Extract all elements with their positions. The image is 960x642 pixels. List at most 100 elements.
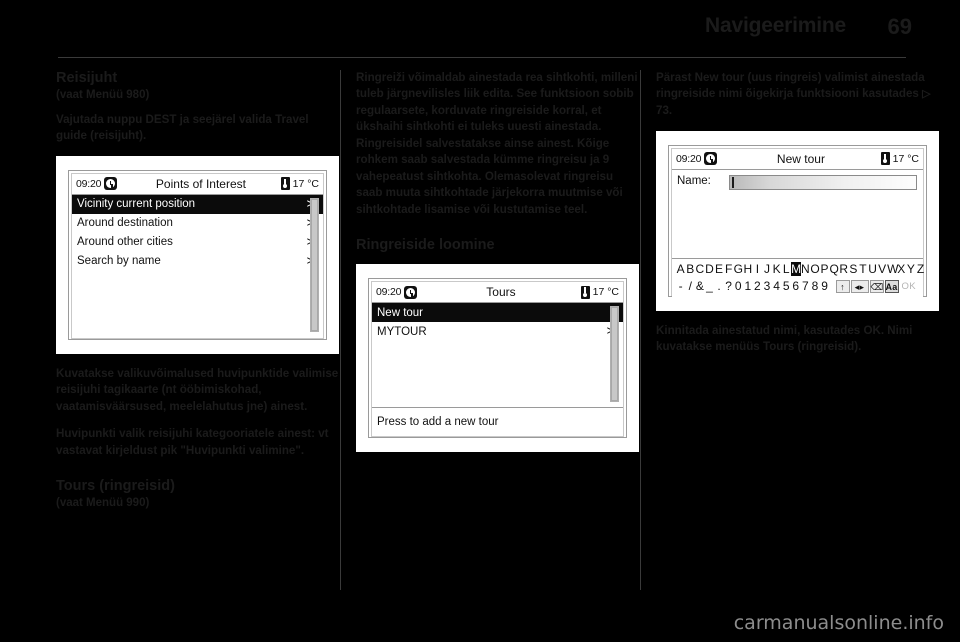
keyboard-key-L[interactable]: L [782,262,792,276]
keyboard-key-U[interactable]: U [868,262,878,276]
keyboard-key-P[interactable]: P [820,262,830,276]
status-temperature: 17 °C [592,286,619,299]
keyboard-key-G[interactable]: G [734,262,744,276]
list-item[interactable]: Around destination ≫ [72,214,323,233]
list-item[interactable]: MYTOUR ≫ [372,322,623,341]
keyboard-key--[interactable]: - [676,279,686,293]
keyboard-key-/[interactable]: / [686,279,696,293]
keyboard-key-M[interactable]: M [791,262,801,277]
status-time: 09:20 [376,286,402,299]
list-item-label: Search by name [77,255,161,268]
figure-new-tour: 09:20 New tour 17 °C Name: A B C D E F G… [656,130,939,311]
keyboard-key-?[interactable]: ? [724,279,734,293]
keyboard-key-B[interactable]: B [686,262,696,276]
paragraph-left-1: Vajutada nuppu DEST ja seejärel valida T… [56,112,309,143]
keyboard-key-J[interactable]: J [762,262,772,276]
paragraph-right-1: Pärast New tour (uus ringreis) valimist … [656,70,939,120]
keyboard-key-.[interactable]: . [714,279,724,293]
keyboard-key-I[interactable]: I [753,262,763,276]
display-title: Tours [486,285,516,300]
keyboard-key-6[interactable]: 6 [791,279,801,293]
keyboard-key-A[interactable]: A [676,262,686,276]
keyboard-key-&[interactable]: & [695,279,705,293]
display-points-of-interest: 09:20 Points of Interest 17 °C Vicinity … [68,169,327,340]
keyboard-key-5[interactable]: 5 [782,279,792,293]
keyboard-key-C[interactable]: C [695,262,705,276]
section-reference-travel-guide: (vaat Menüü 980) [56,89,150,102]
keyboard-key-N[interactable]: N [801,262,811,276]
paragraph-right-1-text: Pärast New tour (uus ringreis) valimist … [656,71,925,101]
section-heading-travel-guide: Reisijuht [56,70,118,86]
scrollbar[interactable] [610,306,619,403]
page-header: Navigeerimine 69 [56,14,912,48]
list-item[interactable]: Around other cities ≫ [72,233,323,252]
keyboard-row-letters: ABCDEFGHIJKLMNOPQRSTUVWXYZ [676,262,924,277]
list-item-label: Around destination [77,217,173,230]
status-time: 09:20 [676,152,702,165]
onscreen-keyboard: ABCDEFGHIJKLMNOPQRSTUVWXYZ - / & _.? 0 1 2 3 4 5 6… [672,257,924,298]
column-divider-1 [340,70,341,590]
column-left: Reisijuht (vaat Menüü 980) Vajutada nupp… [56,70,339,520]
keyboard-key-T[interactable]: T [858,262,868,276]
section-heading-tours: Tours (ringreisid) [56,478,175,495]
keyboard-key-E[interactable]: E [714,262,724,276]
paragraph-left-3: Huvipunkti valik reisijuhi kategooriatel… [56,427,329,457]
status-temperature: 17 °C [892,152,919,165]
shift-icon[interactable]: ↑ [835,279,850,293]
list-item[interactable]: Vicinity current position ≫ [72,194,323,214]
keyboard-key-8[interactable]: 8 [810,279,820,293]
figure-tours: 09:20 Tours 17 °C New tour MYTOUR Press … [356,264,639,453]
scrollbar[interactable] [310,197,319,332]
section-heading-create-tours: Ringreiside loomine [356,237,495,254]
keyboard-key-9[interactable]: 9 [820,279,830,293]
clock-icon [404,285,418,299]
header-divider [58,57,906,58]
column-right: Pärast New tour (uus ringreis) valimist … [656,70,939,366]
keyboard-key-0[interactable]: 0 [734,279,744,293]
list-item[interactable]: New tour [372,303,623,323]
thermometer-icon [880,152,890,166]
keyboard-key-O[interactable]: O [810,262,820,276]
keyboard-key-R[interactable]: R [839,262,849,276]
keyboard-key-2[interactable]: 2 [753,279,763,293]
list-item[interactable]: Search by name ≫ [72,252,323,271]
scrollbar-thumb[interactable] [311,198,318,331]
keyboard-symbol-keys: - / & _.? 0 1 2 3 4 5 6 7 8 9 [676,279,830,293]
name-input[interactable] [729,174,917,190]
cursor-move-icon[interactable]: ◂▸ [850,279,869,293]
page-number: 69 [887,14,912,39]
figure-points-of-interest: 09:20 Points of Interest 17 °C Vicinity … [56,155,339,354]
cross-reference-arrow-icon: ▷ [922,88,931,101]
list-item-label: New tour [377,306,424,319]
keyboard-key-4[interactable]: 4 [772,279,782,293]
keyboard-key-Z[interactable]: Z [916,262,926,276]
keyboard-key-K[interactable]: K [772,262,782,276]
keyboard-key-Y[interactable]: Y [906,262,916,276]
case-toggle-icon[interactable]: Aa [884,279,899,293]
thermometer-icon [280,177,290,191]
ok-button[interactable]: OK [902,281,916,292]
keyboard-row-symbols: - / & _.? 0 1 2 3 4 5 6 7 8 9 ↑ ◂▸ ⌫ Aa OK [676,279,919,294]
keyboard-key-F[interactable]: F [724,262,734,276]
display-status-bar: 09:20 Tours 17 °C [372,282,623,304]
keyboard-key-W[interactable]: W [887,262,898,276]
paragraph-right-2: Kinnitada ainestatud nimi, kasutades OK.… [656,323,913,353]
tours-footer-label: Press to add a new tour [377,415,499,428]
backspace-icon[interactable]: ⌫ [869,279,884,293]
keyboard-key-1[interactable]: 1 [743,279,753,293]
keyboard-key-3[interactable]: 3 [762,279,772,293]
keyboard-key-_[interactable]: _ [705,279,715,293]
scrollbar-thumb[interactable] [611,307,618,402]
keyboard-key-D[interactable]: D [705,262,715,276]
display-title: New tour [776,151,825,166]
status-time: 09:20 [76,177,102,190]
keyboard-key-H[interactable]: H [743,262,753,276]
keyboard-key-V[interactable]: V [877,262,887,276]
display-status-bar: 09:20 New tour 17 °C [672,148,923,170]
keyboard-key-X[interactable]: X [897,262,907,276]
keyboard-key-7[interactable]: 7 [801,279,811,293]
clock-icon [104,177,118,191]
keyboard-key-S[interactable]: S [849,262,859,276]
column-middle: Ringreiži võimaldab ainestada rea sihtko… [356,70,639,464]
keyboard-key-Q[interactable]: Q [830,262,840,276]
